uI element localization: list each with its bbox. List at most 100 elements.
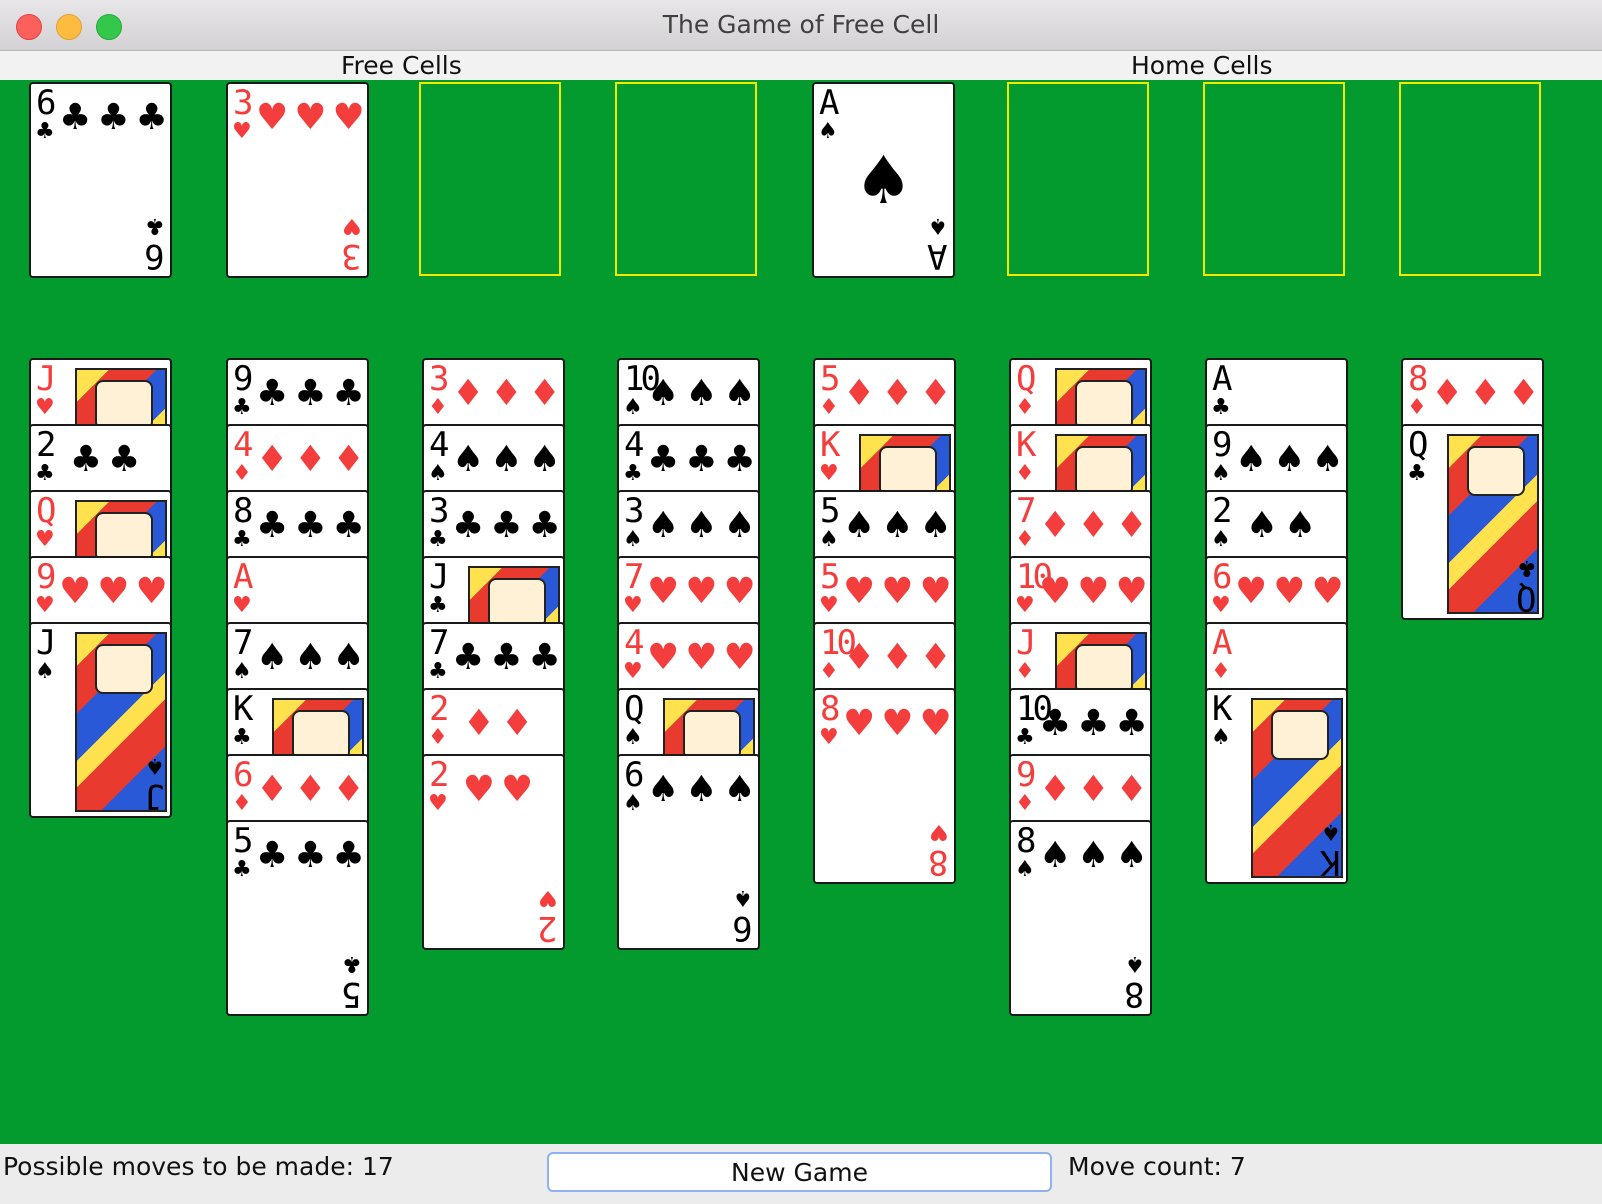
card-suit-icon: ♣ [428,659,448,684]
suit-pips-icon: ♠♠♠♠ [452,439,565,480]
card-rank: J [36,623,57,663]
card-rank: 7 [624,557,645,597]
tableau-col8-card[interactable]: Q ♣ Q ♣ [1401,424,1544,620]
tableau-col4-card[interactable]: 6♠♠♠♠♠♠♠6♠ [617,754,760,950]
card-suit-icon: ♥ [623,593,643,618]
card-suit-icon: ♣ [428,593,448,618]
card-suit-icon: ♣ [35,461,55,486]
card-rank-inverted: K [1323,842,1340,882]
home-cells-heading: Home Cells [1131,51,1273,80]
court-face-icon [292,710,350,760]
card-suit-icon: ♣ [232,527,252,552]
possible-moves-label: Possible moves to be made: 17 [3,1152,394,1181]
card-rank: 2 [36,425,57,465]
card-rank-inverted: 5 [344,974,361,1014]
card-rank: 7 [233,623,254,663]
status-bar: Possible moves to be made: 17 New Game M… [0,1144,1602,1204]
card-rank: 8 [820,689,841,729]
card-rank: Q [624,689,645,729]
card-suit-icon: ♠ [623,725,643,750]
court-face-icon [1075,446,1133,496]
card-rank: K [233,689,254,729]
suit-pips-icon: ♦♦♦♦♦♦♦♦♦ [1039,769,1152,810]
tableau-col3-card[interactable]: 2 ♥ ♥♥ 2 ♥ [422,754,565,950]
card-suit-icon: ♠ [232,659,252,684]
card-suit-icon: ♦ [819,395,839,420]
tableau-col6-card[interactable]: 8♠♠♠♠♠♠♠♠♠8♠ [1009,820,1152,1016]
suit-pips-icon: ♦♦♦♦♦♦♦♦ [1431,373,1544,414]
card-suit-icon: ♦ [819,659,839,684]
card-rank: 4 [233,425,254,465]
card-rank: 7 [429,623,450,663]
home-cell-3-empty[interactable] [1203,82,1345,276]
card-suit-inverted-icon: ♥ [929,819,949,844]
card-suit-icon: ♦ [1407,395,1427,420]
home-cell-2-empty[interactable] [1007,82,1149,276]
card-suit-inverted-icon: ♠ [733,885,753,910]
free-cell-3-empty[interactable] [419,82,561,276]
card-rank: J [36,359,57,399]
card-rank: 4 [624,623,645,663]
card-rank-inverted: 8 [931,842,948,882]
free-cell-4-empty[interactable] [615,82,757,276]
card-rank-inverted: 6 [147,236,164,276]
tableau-col2-card[interactable]: 5♣♣♣♣♣♣5♣ [226,820,369,1016]
court-face-icon [1467,446,1525,496]
card-suit-icon: ♥ [232,593,252,618]
suit-pips-icon: ♥♥♥♥♥♥ [1235,571,1348,612]
card-suit-icon: ♦ [1015,527,1035,552]
suit-pips-icon: ♣♣♣♣♣ [256,835,369,876]
suit-pips-icon: ♠♠♠♠♠ [843,505,956,546]
card-rank: 6 [36,83,57,123]
card-suit-inverted-icon: ♠ [145,753,165,778]
home-cell-4-empty[interactable] [1399,82,1541,276]
card-rank-inverted: Q [1519,578,1536,618]
card-suit-icon: ♦ [1015,395,1035,420]
suit-pips-icon: ♣♣♣♣♣♣ [59,97,172,138]
card-rank: 8 [1016,821,1037,861]
suit-pips-icon: ♦♦♦♦♦♦♦♦♦♦ [843,637,956,678]
card-suit-icon: ♥ [35,527,55,552]
card-rank: 3 [624,491,645,531]
card-rank: 6 [1212,557,1233,597]
new-game-button[interactable]: New Game [547,1152,1052,1192]
card-rank: 3 [429,491,450,531]
card-rank: 5 [233,821,254,861]
card-suit-icon: ♥ [623,659,643,684]
suit-pips-icon: ♥♥♥ [256,97,369,138]
card-suit-icon: ♠ [428,461,448,486]
tableau-col1-card[interactable]: J ♠ J ♠ [29,622,172,818]
card-rank: 8 [233,491,254,531]
card-rank: 6 [624,755,645,795]
card-suit-icon: ♥ [819,725,839,750]
suit-pips-icon: ♥♥♥♥♥♥♥♥ [843,703,956,744]
suit-pips-icon: ♣♣♣♣♣♣♣♣ [256,505,369,546]
card-suit-inverted-icon: ♥ [342,213,362,238]
court-face-icon [488,578,546,628]
card-rank: A [1212,359,1233,399]
home-cell-1[interactable]: A ♠ ♠ A ♠ [812,82,955,278]
card-rank: K [820,425,841,465]
card-rank: 2 [429,689,450,729]
suit-pips-icon: ♥♥♥♥♥♥♥ [647,571,760,612]
card-rank: 8 [1408,359,1429,399]
cell-headers: Free Cells Home Cells [0,51,1602,80]
card-rank: A [1212,623,1233,663]
card-suit-icon: ♠ [1211,461,1231,486]
card-suit-icon: ♦ [428,395,448,420]
suit-pips-icon: ♠♠ [1245,505,1323,546]
card-rank: 2 [1212,491,1233,531]
suit-pips-icon: ♣♣♣ [452,505,565,546]
suit-pips-icon: ♦♦♦♦♦ [843,373,956,414]
card-suit-inverted-icon: ♣ [1517,555,1537,580]
card-suit-icon: ♣ [232,395,252,420]
free-cell-1[interactable]: 6♣♣♣♣♣♣♣6♣ [29,82,172,278]
card-rank-inverted: J [147,776,164,816]
tableau-col5-card[interactable]: 8♥♥♥♥♥♥♥♥♥8♥ [813,688,956,884]
card-rank: Q [1016,359,1037,399]
card-suit-inverted-icon: ♥ [538,885,558,910]
tableau-col7-card[interactable]: K ♠ K ♠ [1205,688,1348,884]
free-cell-2[interactable]: 3 ♥ ♥♥♥ 3 ♥ [226,82,369,278]
card-rank: K [1212,689,1233,729]
card-rank: J [1016,623,1037,663]
